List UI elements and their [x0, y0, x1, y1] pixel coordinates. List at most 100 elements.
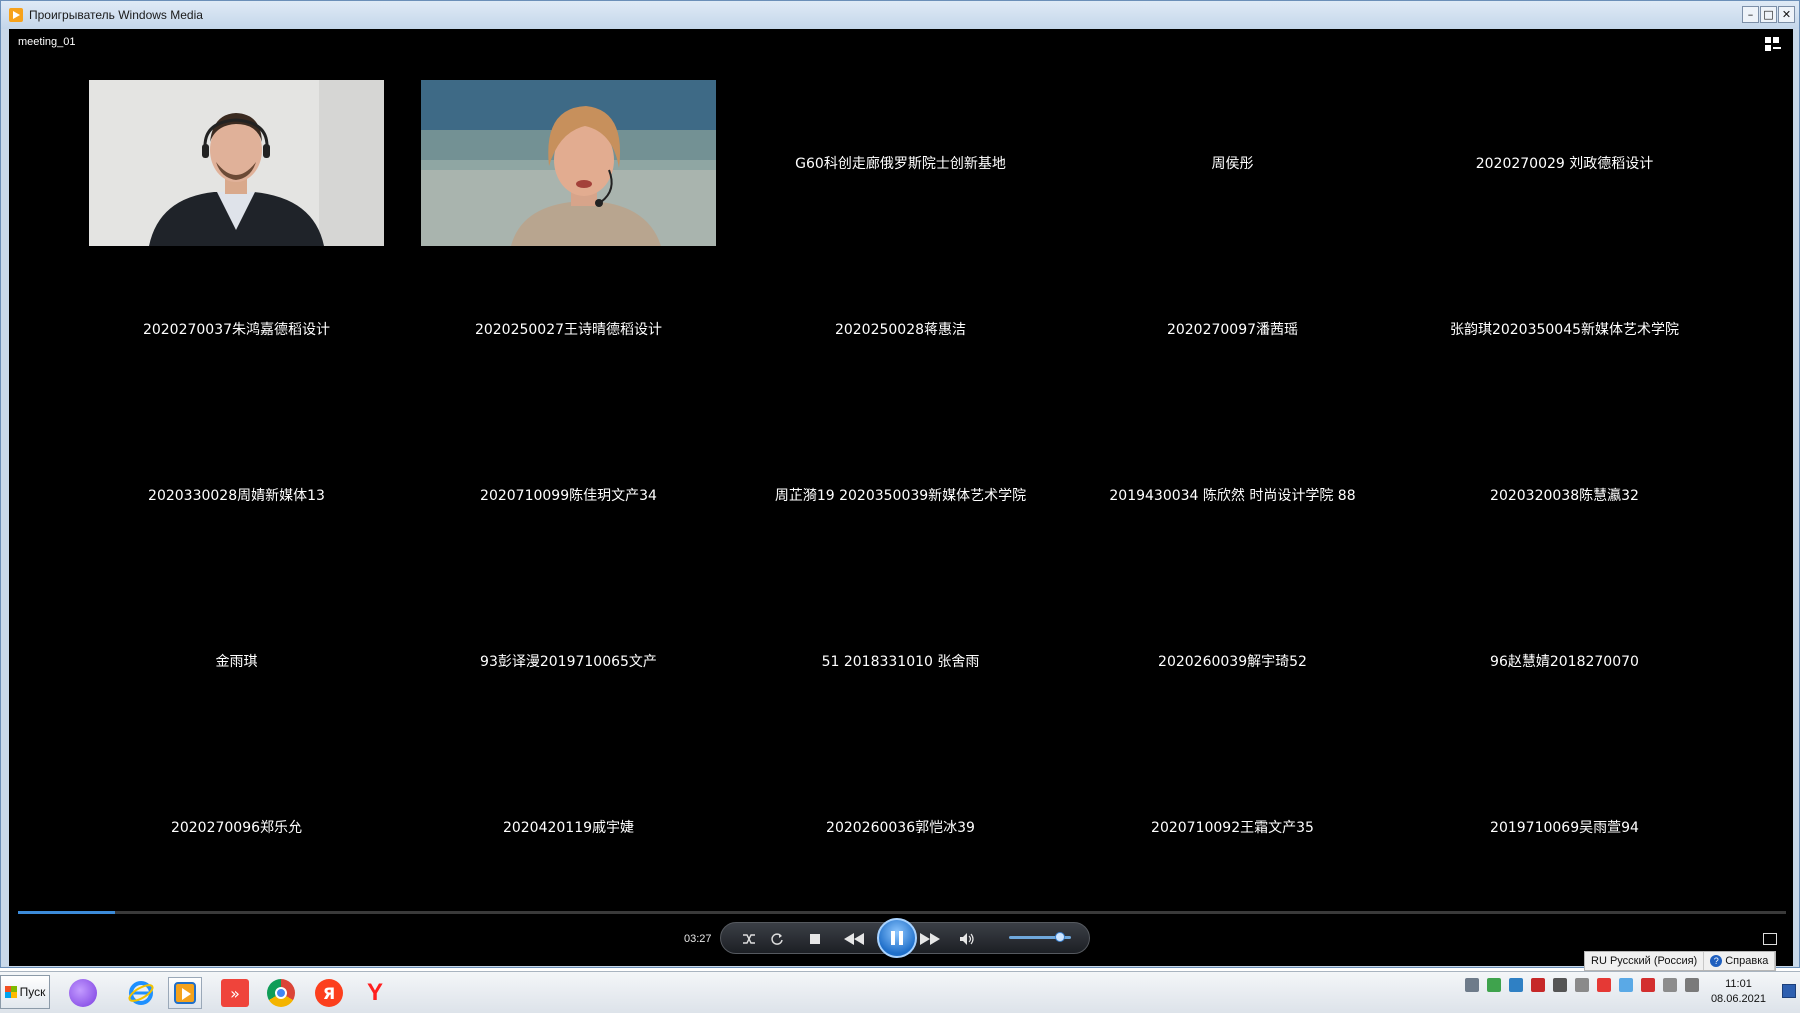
previous-icon[interactable] — [841, 923, 867, 955]
shuffle-icon[interactable] — [739, 923, 759, 955]
language-indicator[interactable]: RU Русский (Россия) — [1585, 952, 1705, 970]
show-desktop-icon[interactable] — [1782, 984, 1796, 998]
participant-video — [421, 80, 716, 246]
language-bar[interactable]: RU Русский (Россия) ? Справка — [1584, 951, 1777, 971]
tray-flag-icon[interactable] — [1575, 978, 1589, 992]
clock-time: 11:01 — [1725, 978, 1752, 990]
participant-tile: 周芷漪19 2020350039新媒体艺术学院 — [753, 412, 1048, 578]
volume-knob[interactable] — [1054, 932, 1065, 942]
yandex-icon[interactable]: Я — [312, 977, 346, 1009]
title-bar[interactable]: Проигрыватель Windows Media – □ ✕ — [1, 1, 1799, 29]
tray-sync-icon[interactable] — [1619, 978, 1633, 992]
seek-bar[interactable] — [18, 911, 1786, 914]
participant-name: 2020260036郭恺冰39 — [826, 820, 975, 836]
participant-video — [89, 80, 384, 246]
clock-date: 08.06.2021 — [1710, 993, 1766, 1005]
participant-tile: 2020710099陈佳玥文产34 — [421, 412, 716, 578]
help-button[interactable]: ? Справка — [1704, 952, 1776, 970]
taskbar: Пуск » Я Y 11:01 08.06.2021 — [0, 971, 1800, 1013]
participant-name: 2020260039解宇琦52 — [1158, 654, 1307, 670]
stop-icon[interactable] — [807, 923, 823, 955]
participant-tile: 2020270037朱鸿嘉德稻设计 — [89, 246, 384, 412]
participant-tile — [89, 80, 384, 246]
participant-tile: 2020270096郑乐允 — [89, 744, 384, 910]
fullscreen-icon[interactable] — [1763, 933, 1777, 945]
window-title: Проигрыватель Windows Media — [29, 8, 203, 22]
help-label: Справка — [1725, 955, 1769, 967]
tray-user-icon[interactable] — [1553, 978, 1567, 992]
participant-tile: 2019430034 陈欣然 时尚设计学院 88 — [1085, 412, 1380, 578]
participant-tile: 周侯彤 — [1085, 80, 1380, 246]
tray-network-icon[interactable] — [1487, 978, 1501, 992]
volume-slider[interactable] — [1009, 932, 1071, 942]
participant-name: 2020710092王霜文产35 — [1151, 820, 1314, 836]
participant-tile: 张韵琪2020350045新媒体艺术学院 — [1417, 246, 1712, 412]
tray-printer-icon[interactable] — [1509, 978, 1523, 992]
repeat-icon[interactable] — [767, 923, 787, 955]
participant-tile: 51 2018331010 张舍雨 — [753, 578, 1048, 744]
participant-name: 2020270037朱鸿嘉德稻设计 — [142, 322, 331, 338]
participant-tile: G60科创走廊俄罗斯院士创新基地 — [753, 80, 1048, 246]
media-player-window: Проигрыватель Windows Media – □ ✕ meetin… — [0, 0, 1800, 968]
participant-name: 2020320038陈慧瀛32 — [1490, 488, 1639, 504]
next-icon[interactable] — [917, 923, 943, 955]
clock[interactable]: 11:01 08.06.2021 — [1711, 977, 1766, 1007]
elapsed-time: 03:27 — [684, 933, 712, 945]
participant-tile — [421, 80, 716, 246]
windows-logo-icon — [4, 986, 17, 998]
file-name: meeting_01 — [18, 36, 76, 48]
participant-tile: 2020260039解宇琦52 — [1085, 578, 1380, 744]
pause-button[interactable] — [877, 918, 917, 958]
participant-name: 张韵琪2020350045新媒体艺术学院 — [1449, 322, 1680, 338]
participant-tile: 93彭译漫2019710065文产 — [421, 578, 716, 744]
participant-name: 2020250028蒋惠洁 — [834, 322, 967, 338]
participant-name: 2019710069吴雨萱94 — [1490, 820, 1639, 836]
minimize-button[interactable]: – — [1742, 6, 1759, 23]
internet-explorer-icon[interactable] — [124, 977, 158, 1009]
tray-edit-icon[interactable] — [1465, 978, 1479, 992]
alice-assistant-icon[interactable] — [66, 977, 100, 1009]
participant-name: 2020270097潘茜瑶 — [1166, 322, 1299, 338]
participant-tile: 金雨琪 — [89, 578, 384, 744]
participant-name: 51 2018331010 张舍雨 — [821, 654, 980, 670]
media-player-icon — [9, 8, 23, 22]
volume-icon[interactable] — [957, 923, 977, 955]
start-button[interactable]: Пуск — [0, 975, 50, 1009]
participant-tile: 2020250028蒋惠洁 — [753, 246, 1048, 412]
participant-tile: 2020260036郭恺冰39 — [753, 744, 1048, 910]
tray-volume-icon[interactable] — [1663, 978, 1677, 992]
participant-tile: 2020250027王诗晴德稻设计 — [421, 246, 716, 412]
maximize-button[interactable]: □ — [1760, 6, 1777, 23]
participant-name: G60科创走廊俄罗斯院士创新基地 — [795, 156, 1006, 172]
tray-antivirus-icon[interactable] — [1531, 978, 1545, 992]
participant-tile: 2020420119戚宇婕 — [421, 744, 716, 910]
tray-signal-icon[interactable] — [1685, 978, 1699, 992]
video-area[interactable]: meeting_01 G60科创走廊俄罗斯院士创新基地 周侯彤 2020270029… — [9, 29, 1793, 966]
yandex-browser-icon[interactable]: Y — [358, 977, 392, 1009]
close-button[interactable]: ✕ — [1778, 6, 1795, 23]
participant-name: 周侯彤 — [1211, 156, 1254, 172]
switch-to-library-icon[interactable] — [1765, 37, 1781, 51]
participant-grid: G60科创走廊俄罗斯院士创新基地 周侯彤 2020270029 刘政德稻设计 2020… — [89, 80, 1749, 910]
participant-tile: 2020270097潘茜瑶 — [1085, 246, 1380, 412]
tray-anydesk-icon[interactable] — [1641, 978, 1655, 992]
participant-name: 96赵慧婧2018270070 — [1490, 654, 1639, 670]
participant-tile: 96赵慧婧2018270070 — [1417, 578, 1712, 744]
participant-name: 2020710099陈佳玥文产34 — [480, 488, 657, 504]
participant-name: 金雨琪 — [215, 654, 258, 670]
windows-media-player-taskbar-icon[interactable] — [168, 977, 202, 1009]
participant-tile: 2020710092王霜文产35 — [1085, 744, 1380, 910]
tray-yandex-icon[interactable] — [1597, 978, 1611, 992]
participant-name: 2020250027王诗晴德稻设计 — [474, 322, 663, 338]
system-tray — [1465, 978, 1699, 992]
participant-name: 2020330028周婧新媒体13 — [148, 488, 325, 504]
participant-name: 93彭译漫2019710065文产 — [480, 654, 657, 670]
anydesk-icon[interactable]: » — [218, 977, 252, 1009]
participant-tile: 2019710069吴雨萱94 — [1417, 744, 1712, 910]
chrome-icon[interactable] — [264, 977, 298, 1009]
seek-progress — [18, 911, 116, 914]
participant-tile: 2020270029 刘政德稻设计 — [1417, 80, 1712, 246]
participant-name: 2020270029 刘政德稻设计 — [1475, 156, 1654, 172]
participant-name: 周芷漪19 2020350039新媒体艺术学院 — [774, 488, 1027, 504]
participant-name: 2020270096郑乐允 — [170, 820, 303, 836]
